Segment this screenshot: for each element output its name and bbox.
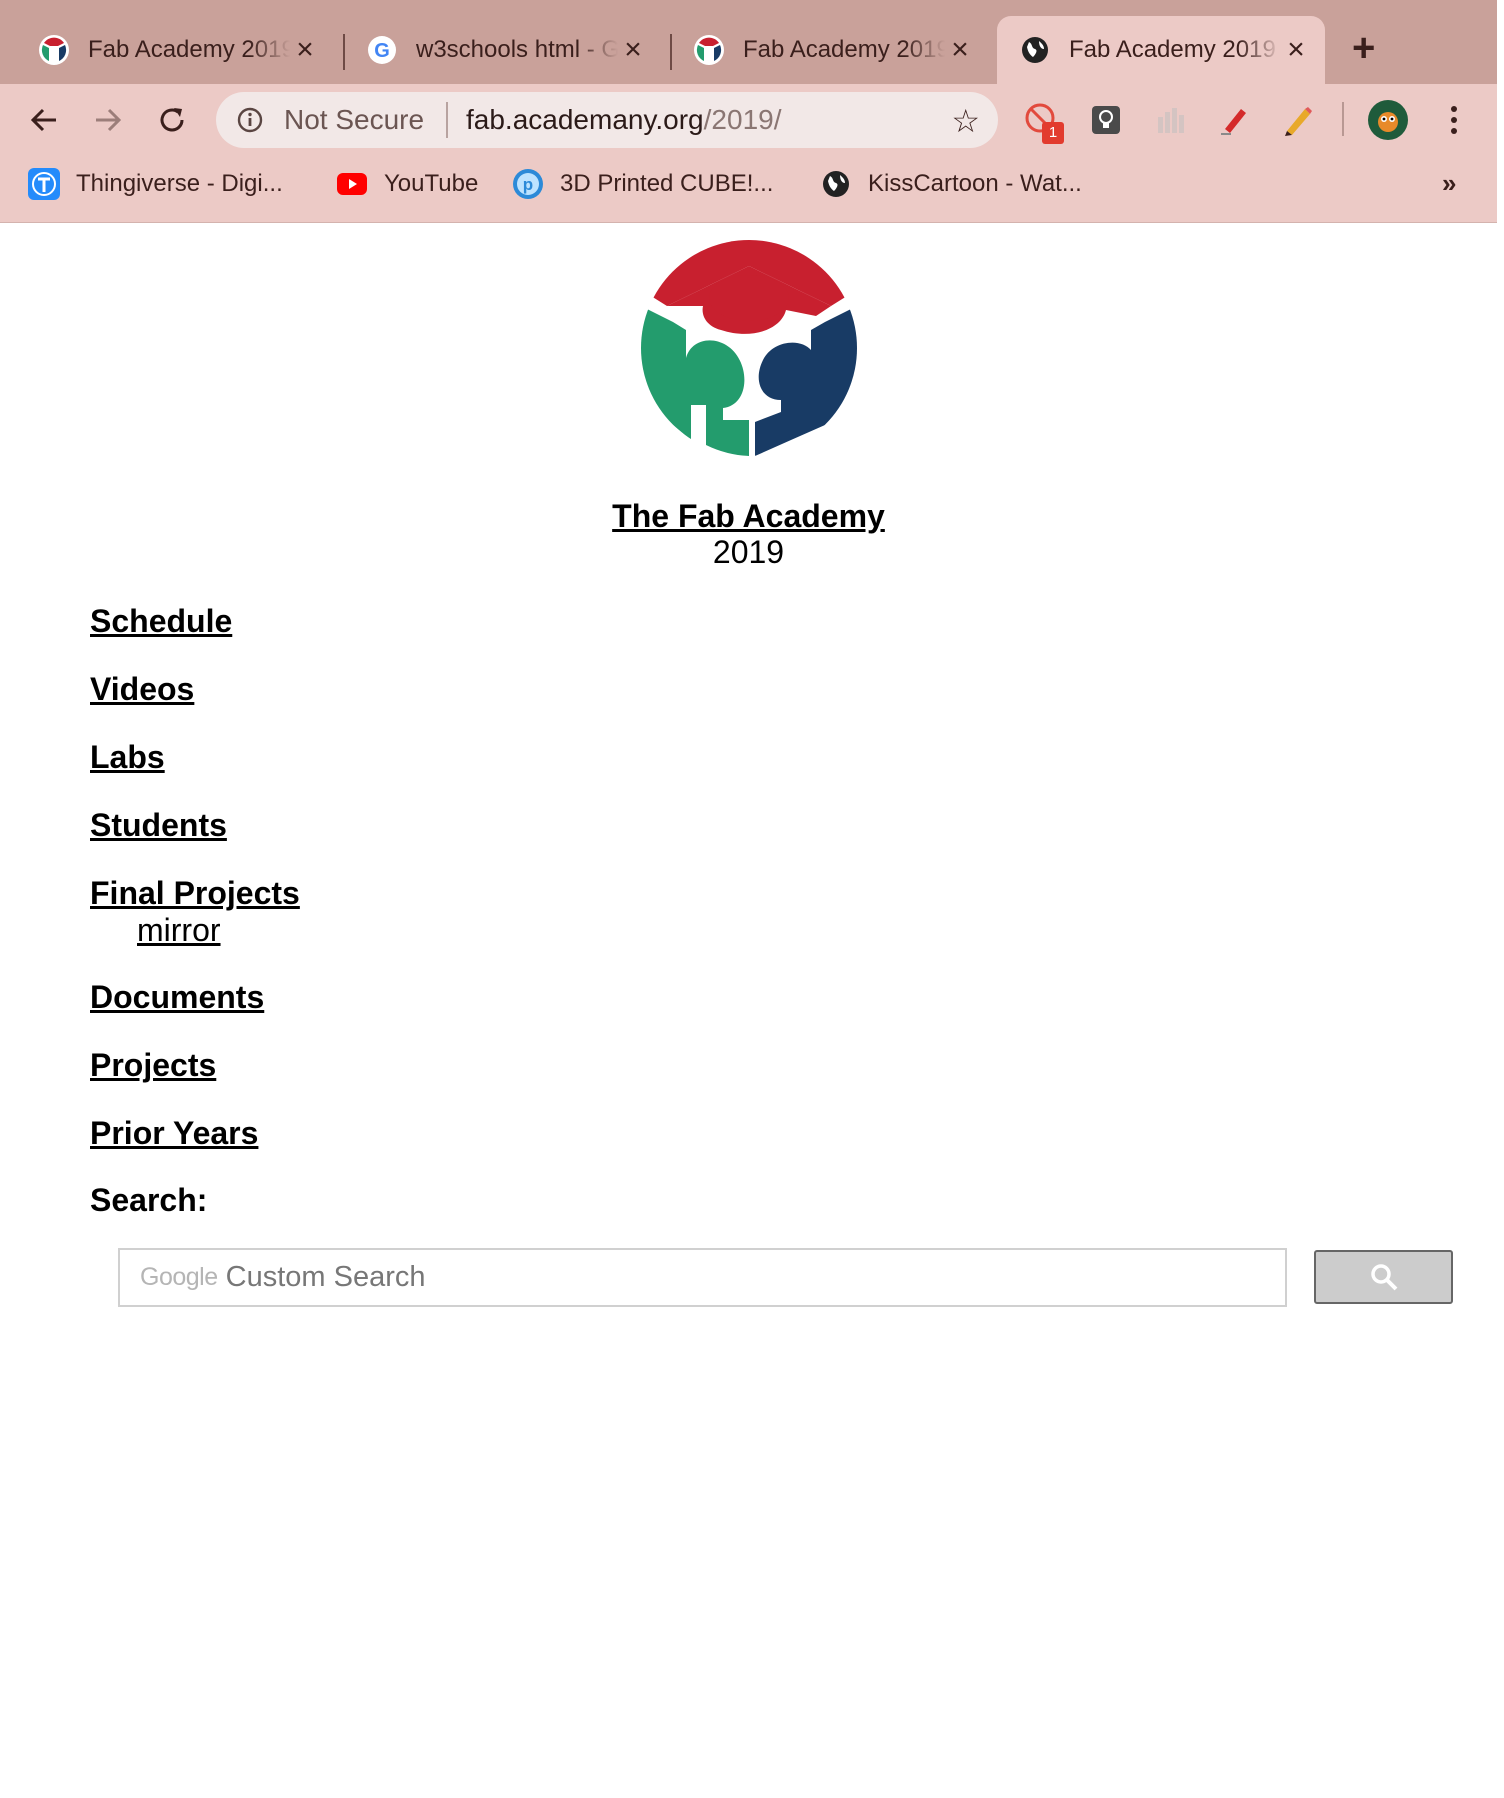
bookmark-label: KissCartoon - Wat... [868, 170, 1082, 197]
nav-link-students[interactable]: Students [90, 807, 227, 844]
globe-icon [820, 168, 852, 200]
address-bar[interactable]: Not Secure fab.academany.org/2019/ ☆ [216, 92, 998, 148]
reload-button[interactable] [152, 100, 192, 140]
new-tab-button[interactable]: + [1352, 28, 1375, 68]
bookmark-star-icon[interactable]: ☆ [951, 102, 980, 140]
page-year: 2019 [712, 534, 785, 570]
bookmark-thingiverse[interactable]: Thingiverse - Digi... [28, 162, 283, 206]
security-label: Not Secure [284, 104, 425, 135]
url-text[interactable]: fab.academany.org/2019/ [466, 104, 782, 136]
extension-pencil-button[interactable] [1276, 98, 1320, 142]
tab-strip: Fab Academy 2019 × G w3schools html - Go… [0, 0, 1497, 84]
extension-chart-button[interactable] [1148, 98, 1192, 142]
tab-title: Fab Academy 2019 [743, 36, 945, 63]
thingiverse-icon [28, 168, 60, 200]
forward-arrow-icon [96, 108, 122, 132]
forward-button[interactable] [88, 100, 128, 140]
close-icon[interactable]: × [618, 35, 648, 65]
close-icon[interactable]: × [1281, 35, 1311, 65]
fab-logo-icon [38, 34, 70, 66]
bookmarks-overflow-button[interactable]: » [1442, 168, 1456, 199]
svg-text:G: G [374, 40, 390, 62]
google-icon: G [366, 34, 398, 66]
search-label: Search: [90, 1182, 208, 1218]
back-button[interactable] [24, 100, 64, 140]
extension-lightbulb-button[interactable] [1084, 98, 1128, 142]
lightbulb-icon [1092, 106, 1120, 134]
bar-chart-icon [1158, 108, 1184, 133]
tab-fab-academy-2[interactable]: Fab Academy 2019 × [671, 16, 989, 84]
url-path: /2019/ [703, 104, 782, 135]
bookmark-youtube[interactable]: YouTube [336, 162, 478, 206]
search-button[interactable] [1314, 1250, 1453, 1304]
svg-text:p: p [523, 175, 533, 194]
page-title[interactable]: The Fab Academy [0, 498, 1497, 535]
globe-icon [1019, 34, 1051, 66]
profile-button[interactable] [1366, 98, 1410, 142]
extension-badge: 1 [1042, 122, 1064, 144]
close-icon[interactable]: × [945, 35, 975, 65]
back-arrow-icon [30, 108, 56, 132]
nav-link-videos[interactable]: Videos [90, 671, 194, 708]
close-icon[interactable]: × [290, 35, 320, 65]
nav-link-labs[interactable]: Labs [90, 739, 165, 776]
bookmark-label: 3D Printed CUBE!... [560, 170, 774, 197]
tab-title: w3schools html - Google Search [416, 36, 618, 63]
pencil-icon [1285, 107, 1312, 136]
menu-button[interactable] [1432, 98, 1476, 142]
nav-link-projects[interactable]: Projects [90, 1047, 216, 1084]
info-icon[interactable] [236, 106, 264, 139]
google-watermark: Google [140, 1263, 218, 1291]
nav-link-documents[interactable]: Documents [90, 979, 264, 1016]
reload-icon [160, 108, 184, 132]
search-placeholder: Custom Search [225, 1261, 426, 1293]
bookmark-label: YouTube [384, 170, 479, 197]
nav-link-mirror[interactable]: mirror [137, 912, 221, 949]
nav-link-schedule[interactable]: Schedule [90, 603, 232, 640]
kebab-menu-icon [1451, 106, 1457, 134]
bookmark-3d-printed-cube[interactable]: p 3D Printed CUBE!... [512, 162, 773, 206]
url-host: fab.academany.org [466, 104, 704, 135]
avatar-icon [1368, 100, 1408, 140]
extension-highlighter-button[interactable] [1212, 98, 1256, 142]
nav-link-prior-years[interactable]: Prior Years [90, 1115, 258, 1152]
bookmark-kisscartoon[interactable]: KissCartoon - Wat... [820, 162, 1082, 206]
extension-adblock-button[interactable]: 1 [1020, 98, 1064, 144]
tab-title: Fab Academy 2019 [88, 36, 290, 63]
fab-lab-logo [641, 240, 857, 456]
search-icon [1370, 1264, 1397, 1291]
toolbar-separator [1342, 102, 1344, 136]
youtube-icon [336, 168, 368, 200]
bookmark-label: Thingiverse - Digi... [76, 170, 283, 197]
address-separator [446, 102, 448, 138]
tab-title: Fab Academy 2019 [1069, 36, 1276, 63]
tab-w3schools[interactable]: G w3schools html - Google Search × [344, 16, 662, 84]
p-icon: p [512, 168, 544, 200]
nav-link-final-projects[interactable]: Final Projects [90, 875, 300, 912]
tab-fab-academy-active[interactable]: Fab Academy 2019 × [997, 16, 1325, 84]
highlighter-icon [1221, 109, 1246, 135]
search-input[interactable]: Google Custom Search [118, 1248, 1287, 1307]
tab-fab-academy-1[interactable]: Fab Academy 2019 × [16, 16, 334, 84]
browser-chrome: Fab Academy 2019 × G w3schools html - Go… [0, 0, 1497, 223]
fab-logo-icon [693, 34, 725, 66]
